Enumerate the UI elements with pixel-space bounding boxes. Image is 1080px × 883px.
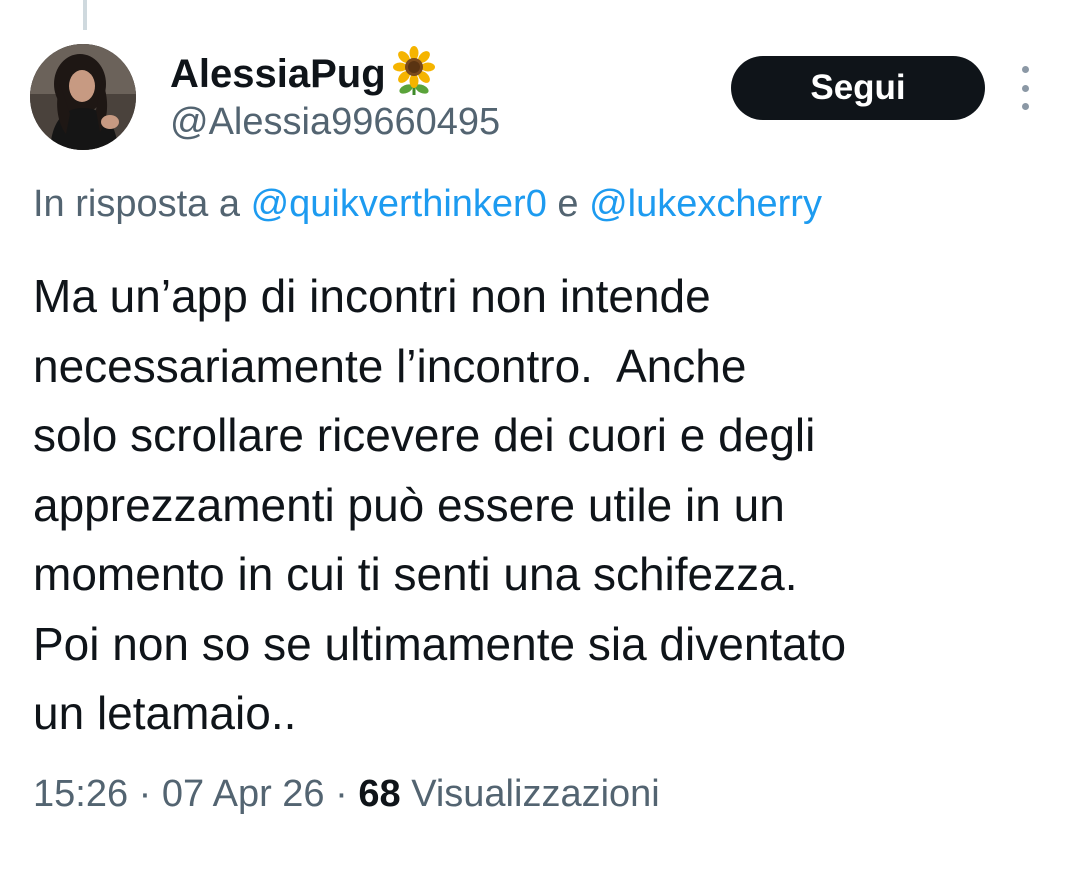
mention-link-1[interactable]: @quikverthinker0 [251, 183, 547, 225]
meta-separator: · [138, 773, 152, 815]
follow-button[interactable]: Segui [731, 56, 985, 120]
mention-link-2[interactable]: @lukexcherry [589, 183, 822, 225]
author-handle[interactable]: @Alessia99660495 [170, 101, 500, 144]
meta-separator: · [335, 773, 348, 815]
views-count[interactable]: 68 [358, 773, 400, 815]
tweet-line: Poi non so se ultimamente sia diventato [33, 617, 847, 670]
tweet-text: Ma un’app di incontri non intende necess… [33, 262, 1053, 749]
tweet-line: momento in cui ti senti una schifezza. [33, 548, 798, 600]
sunflower-icon [388, 45, 440, 97]
more-dot [1021, 66, 1029, 73]
views-label[interactable]: Visualizzazioni [411, 773, 660, 815]
avatar-photo [30, 44, 136, 150]
tweet-line: necessariamente l’incontro. Anche [33, 339, 747, 392]
display-name[interactable]: AlessiaPug [170, 52, 386, 97]
tweet-line: solo scrollare ricevere dei cuori e degl… [33, 409, 816, 461]
tweet-date[interactable]: 07 Apr 26 [162, 773, 325, 815]
more-vertical-icon[interactable] [1012, 66, 1038, 110]
tweet-line: apprezzamenti può essere utile in un [33, 478, 785, 531]
tweet-line: Ma un’app di incontri non intende [33, 270, 711, 322]
tweet-metadata: 15:26 · 07 Apr 26 · 68 Visualizzazioni [33, 773, 660, 816]
reply-conjunction: e [557, 183, 579, 225]
tweet-line: un letamaio.. [33, 687, 297, 739]
reply-prefix: In risposta a [33, 183, 240, 225]
reply-context: In risposta a @quikverthinker0 e @lukexc… [33, 183, 822, 226]
author-name-row[interactable]: AlessiaPug [170, 46, 440, 102]
thread-connector-line [83, 0, 87, 30]
tweet-time[interactable]: 15:26 [33, 773, 128, 815]
more-dot [1021, 84, 1029, 92]
avatar[interactable] [30, 44, 136, 150]
more-dot [1021, 103, 1029, 110]
